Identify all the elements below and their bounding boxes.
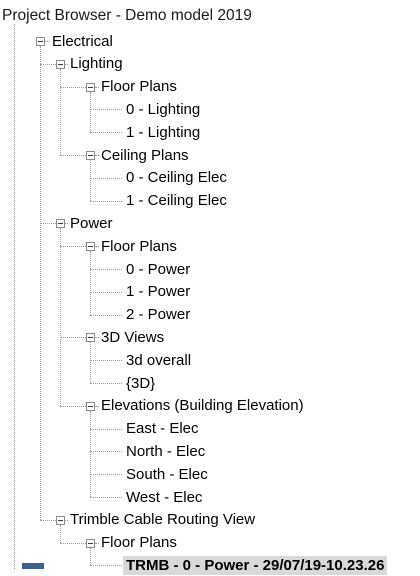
tree-connector-line	[90, 251, 91, 315]
tree-connector-line	[60, 542, 86, 544]
tree-connector-line	[90, 474, 122, 476]
tree-connector-line	[60, 68, 61, 155]
tree-node-label: TRMB - 0 - Power - 29/07/19-10.23.26	[123, 555, 388, 575]
tree-node-label: 1 - Power	[126, 283, 191, 301]
tree-node-label: 3d overall	[126, 351, 192, 369]
collapse-icon[interactable]	[86, 401, 95, 411]
tree-connector-line	[40, 63, 56, 65]
tree-node-3d-default[interactable]: {3D}	[123, 372, 158, 394]
tree-node-2-power[interactable]: 2 - Power	[123, 304, 193, 326]
tree-connector-line	[40, 223, 56, 225]
tree-node-1-lighting[interactable]: 1 - Lighting	[123, 121, 203, 143]
tree-connector-line	[90, 383, 122, 384]
tree-node-label: North - Elec	[126, 442, 206, 460]
tree-connector-line	[90, 410, 91, 497]
tree-node-lighting[interactable]: Lighting	[67, 53, 126, 75]
tree-root-line	[14, 24, 15, 569]
tree-node-label: Floor Plans	[101, 237, 177, 255]
tree-connector-line	[60, 337, 86, 339]
tree-node-3d-overall[interactable]: 3d overall	[123, 349, 194, 371]
tree-connector-line	[90, 269, 122, 270]
tree-node-label: Ceiling Plans	[101, 146, 189, 164]
tree-connector-line	[90, 177, 122, 179]
tree-node-label: 0 - Power	[126, 260, 191, 278]
tree-connector-line	[90, 547, 91, 566]
tree-node-label: Elevations (Building Elevation)	[101, 397, 304, 415]
tree-node-0-ceiling-elec[interactable]: 0 - Ceiling Elec	[123, 167, 230, 189]
tree-connector-line	[90, 342, 91, 383]
tree-node-label: Lighting	[70, 55, 123, 73]
tree-node-1-ceiling-elec[interactable]: 1 - Ceiling Elec	[123, 190, 230, 212]
tree-node-label: Electrical	[52, 32, 113, 50]
tree-node-label: {3D}	[126, 374, 156, 392]
tree-node-elevations[interactable]: Elevations (Building Elevation)	[98, 395, 307, 417]
tree-node-lighting-floor-plans[interactable]: Floor Plans	[98, 76, 180, 98]
tree-connector-line	[60, 524, 61, 543]
tree-node-label: South - Elec	[126, 465, 208, 483]
tree-connector-line	[90, 451, 122, 453]
tree-connector-line	[90, 565, 122, 567]
tree-node-north-elec[interactable]: North - Elec	[123, 440, 208, 462]
tree-node-label: Trimble Cable Routing View	[70, 511, 256, 529]
tree-connector-line	[90, 291, 122, 293]
tree-node-label: Floor Plans	[101, 78, 177, 96]
collapse-icon[interactable]	[86, 333, 95, 343]
tree-node-label: West - Elec	[126, 488, 203, 506]
tree-node-label: 0 - Lighting	[126, 100, 201, 118]
tree-node-0-power[interactable]: 0 - Power	[123, 258, 193, 280]
tree-node-1-power[interactable]: 1 - Power	[123, 281, 193, 303]
project-tree: Electrical Lighting Floor Plans 0 - Lightin…	[0, 0, 420, 575]
tree-connector-line	[90, 360, 122, 362]
tree-node-electrical[interactable]: Electrical	[49, 30, 116, 52]
tree-node-label: East - Elec	[126, 420, 199, 438]
collapse-icon[interactable]	[56, 515, 65, 525]
tree-node-trimble-floor-plans[interactable]: Floor Plans	[98, 532, 180, 554]
tree-connector-line	[60, 228, 61, 406]
tree-node-label: 0 - Ceiling Elec	[126, 169, 227, 187]
tree-node-west-elec[interactable]: West - Elec	[123, 486, 205, 508]
tree-node-label: 1 - Ceiling Elec	[126, 192, 227, 210]
collapse-icon[interactable]	[56, 59, 65, 69]
collapse-icon[interactable]	[56, 219, 65, 229]
tree-connector-line	[60, 155, 86, 156]
tree-node-3d-views[interactable]: 3D Views	[98, 326, 167, 348]
tree-node-label: Floor Plans	[101, 534, 177, 552]
tree-connector-line	[90, 428, 122, 430]
tree-node-label: 3D Views	[101, 328, 165, 346]
tree-connector-line	[60, 86, 86, 88]
tree-node-0-lighting[interactable]: 0 - Lighting	[123, 98, 203, 120]
tree-connector-line	[60, 405, 86, 407]
tree-node-label: 1 - Lighting	[126, 123, 201, 141]
tree-node-trimble-cable-routing-view[interactable]: Trimble Cable Routing View	[67, 509, 258, 531]
tree-connector-line	[40, 519, 56, 521]
tree-connector-line	[90, 200, 122, 202]
tree-node-trmb-0-power[interactable]: TRMB - 0 - Power - 29/07/19-10.23.26	[123, 554, 388, 576]
tree-node-label: 2 - Power	[126, 306, 191, 324]
tree-connector-line	[40, 46, 41, 520]
tree-connector-line	[90, 109, 122, 111]
tree-connector-line	[90, 314, 122, 316]
collapse-icon[interactable]	[86, 151, 95, 160]
tree-node-east-elec[interactable]: East - Elec	[123, 418, 202, 440]
tree-connector-line	[90, 160, 91, 201]
tree-connector-line	[90, 497, 122, 498]
tree-connector-line	[90, 132, 122, 134]
collapse-icon[interactable]	[36, 37, 45, 46]
collapse-icon[interactable]	[86, 242, 95, 252]
tree-node-power-floor-plans[interactable]: Floor Plans	[98, 235, 180, 257]
tree-node-ceiling-plans[interactable]: Ceiling Plans	[98, 144, 192, 166]
tree-connector-line	[60, 246, 86, 248]
tree-node-south-elec[interactable]: South - Elec	[123, 463, 211, 485]
collapse-icon[interactable]	[86, 82, 95, 92]
tree-connector-line	[90, 91, 91, 133]
partial-next-node-icon	[22, 563, 44, 569]
tree-node-power[interactable]: Power	[67, 212, 116, 234]
tree-node-label: Power	[70, 214, 113, 232]
collapse-icon[interactable]	[86, 538, 95, 548]
